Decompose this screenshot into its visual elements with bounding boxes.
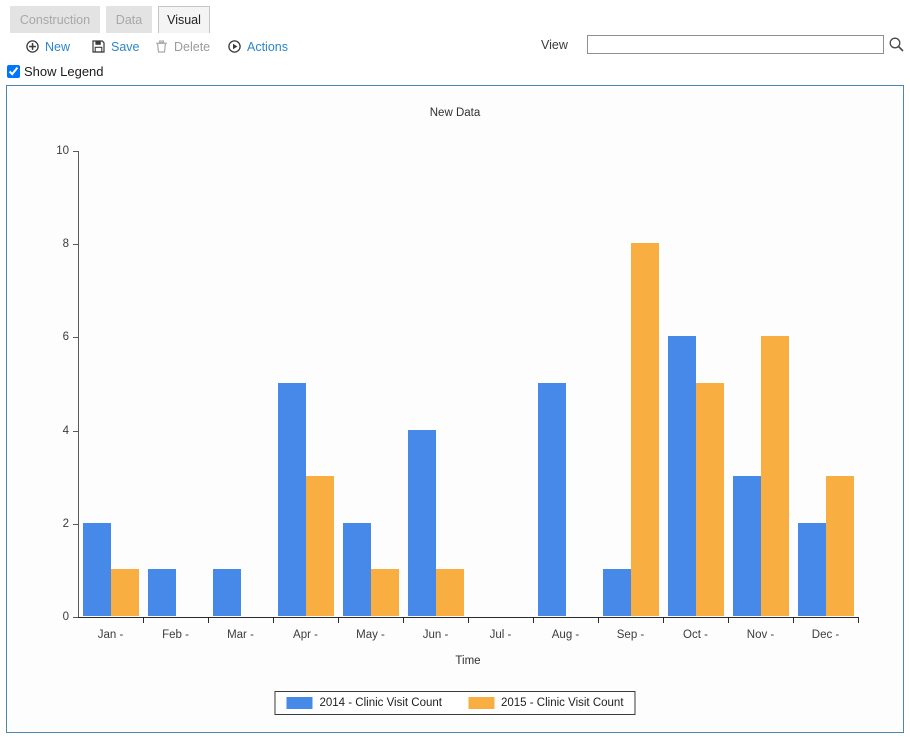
x-axis-tick: [663, 617, 664, 623]
chart-bar: [370, 569, 399, 616]
new-button[interactable]: New: [26, 33, 70, 60]
chart-bar: [797, 522, 826, 616]
chart-bar: [667, 336, 696, 616]
y-axis-tick-label: 6: [62, 331, 69, 344]
x-axis-tick-label: Oct -: [683, 629, 708, 641]
tab-visual[interactable]: Visual: [158, 6, 210, 33]
chart-bar: [630, 243, 659, 616]
x-axis-tick-label: Apr -: [293, 629, 318, 641]
play-circle-icon: [228, 40, 241, 53]
x-axis-tick: [403, 617, 404, 623]
x-axis-tick-label: May -: [356, 629, 385, 641]
save-button-label: Save: [111, 39, 140, 54]
view-label: View: [541, 38, 568, 52]
x-axis-tick-label: Jul -: [489, 629, 512, 641]
x-axis-tick-label: Sep -: [616, 629, 645, 641]
y-axis-tick: [73, 337, 78, 339]
y-axis-tick-label: 10: [56, 145, 69, 157]
legend-label: 2014 - Clinic Visit Count: [319, 697, 442, 709]
x-axis-tick-label: Jan -: [97, 629, 124, 641]
x-axis-tick: [338, 617, 339, 623]
chart-plot-area: 0 2 4 6 8 10 Jan - Feb - Mar - Apr - May - Jun - Ju…: [56, 145, 859, 667]
floppy-disk-icon: [92, 40, 105, 53]
x-axis-tick: [858, 617, 859, 623]
chart-panel: New Data 0 2 4 6 8 10 Jan - Feb - Mar - Apr - May…: [6, 85, 904, 733]
chart-bar: [305, 476, 334, 616]
tab-construction[interactable]: Construction: [10, 6, 100, 33]
chart-bar: [110, 569, 139, 616]
view-input[interactable]: [587, 35, 884, 54]
chart-bar: [435, 569, 464, 616]
tab-data[interactable]: Data: [106, 6, 152, 33]
y-axis-tick: [73, 151, 78, 152]
x-axis-tick: [728, 617, 729, 623]
chart-legend: 2014 - Clinic Visit Count 2015 - Clinic V…: [274, 691, 636, 715]
chart-bar: [732, 476, 761, 616]
chart-bar: [825, 476, 854, 616]
x-axis-tick-label: Nov -: [746, 629, 775, 641]
chart-bar: [537, 383, 566, 616]
x-axis-tick-label: Jun -: [422, 629, 449, 641]
legend-swatch: [286, 697, 313, 709]
y-axis-line: [78, 151, 79, 618]
tab-strip: Construction Data Visual: [0, 0, 910, 36]
chart-bar: [147, 569, 176, 616]
show-legend-row: Show Legend: [7, 64, 104, 79]
save-button[interactable]: Save: [92, 33, 140, 60]
y-axis-tick: [73, 244, 78, 246]
show-legend-label[interactable]: Show Legend: [24, 64, 104, 79]
magnifier-icon[interactable]: [886, 34, 906, 55]
y-axis-tick: [73, 430, 78, 432]
x-axis-tick: [793, 617, 794, 623]
trash-can-icon: [155, 40, 168, 53]
chart-bar: [407, 429, 436, 616]
y-axis-tick: [73, 523, 78, 525]
x-axis-tick: [143, 617, 144, 623]
x-axis-tick-label: Dec -: [811, 629, 840, 641]
x-axis-tick: [598, 617, 599, 623]
y-axis-tick-label: 8: [62, 238, 69, 251]
delete-button[interactable]: Delete: [155, 33, 210, 60]
y-axis-tick-label: 0: [62, 611, 69, 623]
chart-bar: [82, 522, 111, 616]
chart-bar: [212, 569, 241, 616]
delete-button-label: Delete: [174, 39, 211, 54]
actions-button[interactable]: Actions: [228, 33, 288, 60]
x-axis-tick: [208, 617, 209, 623]
x-axis-tick-label: Feb -: [162, 629, 189, 641]
chart-bar: [760, 336, 789, 616]
x-axis-tick: [273, 617, 274, 623]
x-axis-tick-label: Mar -: [227, 629, 254, 641]
chart-bar: [695, 383, 724, 616]
y-axis-tick-label: 2: [62, 517, 69, 530]
legend-item: 2014 - Clinic Visit Count: [286, 697, 442, 709]
chart-title: New Data: [429, 107, 481, 119]
chart-bar: [602, 569, 631, 616]
legend-item: 2015 - Clinic Visit Count: [468, 697, 624, 709]
x-axis-title: Time: [455, 655, 481, 667]
legend-label: 2015 - Clinic Visit Count: [501, 697, 624, 709]
chart-bar: [277, 383, 306, 616]
show-legend-checkbox[interactable]: [7, 65, 20, 78]
chart-bar: [342, 522, 371, 616]
new-button-label: New: [45, 39, 71, 54]
x-axis-tick: [533, 617, 534, 623]
y-axis-tick: [73, 617, 78, 618]
legend-swatch: [468, 697, 494, 709]
x-axis-tick-label: Aug -: [551, 629, 580, 641]
actions-button-label: Actions: [247, 39, 288, 54]
y-axis-tick-label: 4: [62, 424, 69, 437]
x-axis-tick: [468, 617, 469, 623]
plus-circle-icon: [26, 40, 39, 53]
